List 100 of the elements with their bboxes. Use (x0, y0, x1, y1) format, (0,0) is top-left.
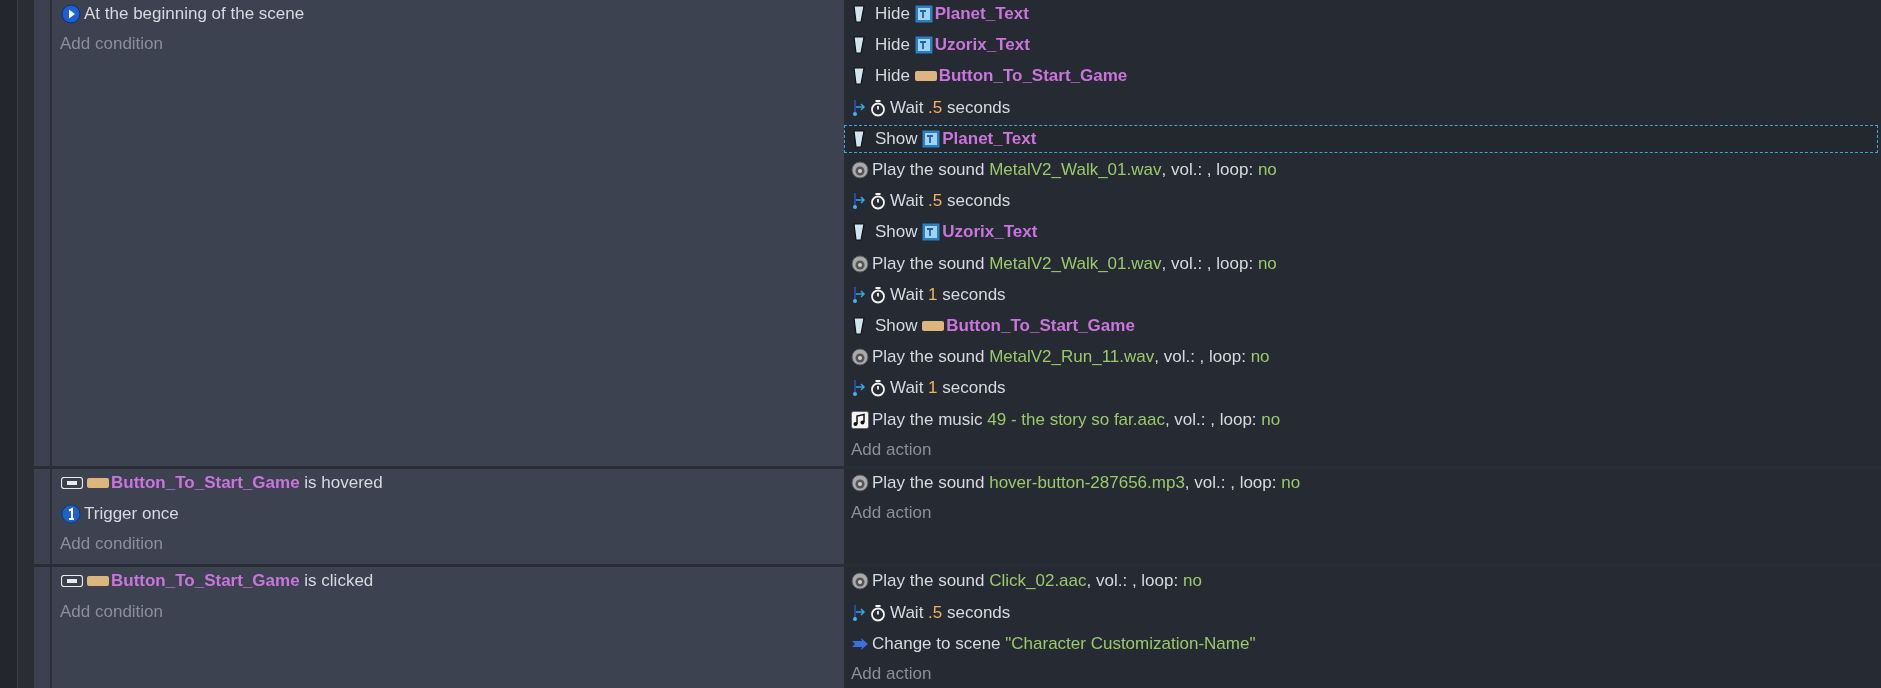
object-name: Button_To_Start_Game (938, 66, 1128, 87)
speaker-icon (851, 254, 869, 273)
wait-branch-icon (851, 98, 867, 117)
action-row[interactable]: Play the sound MetalV2_Run_11.wav, vol.: , loop: no (844, 343, 1878, 372)
object-name: Uzorix_Text (942, 222, 1038, 243)
button-object-icon (87, 477, 109, 488)
instruction-text: seconds (946, 602, 1011, 623)
instruction-text: Play the sound (872, 347, 986, 368)
parameter-value: no (1250, 347, 1270, 368)
speaker-icon (851, 348, 869, 367)
speaker-icon (851, 473, 869, 492)
instruction-text: seconds (946, 97, 1011, 118)
event-handle[interactable] (34, 567, 52, 688)
parameter-value: no (1257, 253, 1277, 274)
parameter-value: no (1261, 409, 1281, 430)
action-row[interactable]: Play the sound MetalV2_Walk_01.wav, vol.: , loop: no (844, 155, 1878, 185)
instruction-text: Trigger once (84, 504, 179, 525)
instruction-text: , vol.: , loop: (1161, 253, 1255, 274)
speaker-icon (851, 161, 869, 180)
speaker-icon (851, 572, 869, 591)
parameter-value: MetalV2_Run_11.wav (989, 347, 1155, 368)
wait-branch-icon (851, 603, 867, 622)
stopwatch-icon (870, 379, 886, 398)
music-note-icon (851, 410, 869, 429)
action-row[interactable]: Hide Button_To_Start_Game (844, 62, 1878, 91)
event-handle[interactable] (34, 468, 52, 565)
action-row[interactable]: Show Planet_Text (844, 124, 1878, 153)
instruction-text: Show (875, 315, 919, 336)
visibility-icon (851, 36, 865, 55)
parameter-value: 49 - the story so far.aac (987, 409, 1165, 430)
instruction-text: Hide (875, 35, 911, 56)
parameter-value: Click_02.aac (989, 571, 1087, 592)
instruction-text: seconds (941, 378, 1006, 399)
instruction-text: , vol.: , loop: (1086, 571, 1180, 592)
action-row[interactable]: Wait 1 seconds (844, 374, 1878, 403)
action-row[interactable]: Hide Uzorix_Text (844, 31, 1878, 60)
small-button-icon (61, 575, 83, 588)
object-name: Button_To_Start_Game (946, 315, 1135, 336)
action-row[interactable]: Wait .5 seconds (844, 93, 1878, 122)
instruction-text: Wait (890, 97, 925, 118)
number-value: 1 (928, 284, 938, 305)
object-name: Planet_Text (934, 4, 1029, 25)
stopwatch-icon (870, 98, 886, 117)
arrow-icon (851, 636, 869, 651)
instruction-text: Show (875, 128, 919, 149)
text-object-icon (914, 36, 933, 55)
number-value: .5 (928, 97, 943, 118)
object-name: Uzorix_Text (934, 35, 1030, 56)
instruction-text: , vol.: , loop: (1161, 160, 1255, 181)
wait-branch-icon (851, 192, 867, 211)
instruction-text: seconds (941, 284, 1006, 305)
instruction-text: is hovered (303, 472, 383, 493)
action-row[interactable]: Hide Planet_Text (844, 0, 1878, 29)
object-name: Planet_Text (942, 128, 1037, 149)
add-action-link[interactable]: Add action (851, 664, 932, 685)
stopwatch-icon (870, 192, 886, 211)
play-icon (61, 4, 81, 25)
small-button-icon (61, 476, 83, 489)
action-row[interactable]: Show Button_To_Start_Game (844, 311, 1878, 341)
wait-branch-icon (851, 285, 867, 304)
instruction-text: Play the sound (872, 160, 986, 181)
add-action-link[interactable]: Add action (851, 503, 932, 524)
action-row[interactable]: Wait 1 seconds (844, 280, 1878, 309)
add-action-link[interactable]: Add action (851, 439, 932, 460)
instruction-text: Hide (875, 66, 911, 87)
parameter-value: no (1182, 571, 1202, 592)
action-row[interactable]: Play the sound Click_02.aac, vol.: , loop: no (844, 567, 1878, 596)
action-row[interactable]: Change to scene "Character Customization-Name" (844, 629, 1878, 658)
instruction-text: At the beginning of the scene (84, 4, 305, 25)
visibility-icon (851, 316, 865, 335)
instruction-text: Wait (890, 378, 925, 399)
visibility-icon (851, 223, 865, 242)
text-object-icon (922, 223, 941, 242)
instruction-text: Wait (890, 602, 925, 623)
action-row[interactable]: Play the music 49 - the story so far.aac, vol.: , loop: no (844, 405, 1878, 434)
instruction-text: , vol.: , loop: (1164, 409, 1258, 430)
instruction-text: seconds (946, 191, 1011, 212)
instruction-text: Wait (890, 284, 925, 305)
instruction-text: Play the music (872, 409, 984, 430)
action-row[interactable]: Wait .5 seconds (844, 598, 1878, 627)
instruction-text: is clicked (303, 571, 374, 592)
number-value: .5 (928, 602, 943, 623)
action-row[interactable]: Play the sound hover-button-287656.mp3, vol.: , loop: no (844, 468, 1878, 497)
action-row[interactable]: Wait .5 seconds (844, 187, 1878, 216)
action-row[interactable]: Play the sound MetalV2_Walk_01.wav, vol.: , loop: no (844, 249, 1878, 278)
parameter-value: hover-button-287656.mp3 (989, 472, 1185, 493)
text-object-icon (914, 5, 933, 24)
action-row[interactable]: Show Uzorix_Text (844, 218, 1878, 247)
wait-branch-icon (851, 379, 867, 398)
stopwatch-icon (870, 603, 886, 622)
button-object-icon (87, 576, 109, 587)
instruction-text: , vol.: , loop: (1184, 472, 1278, 493)
visibility-icon (851, 5, 865, 24)
instruction-text: Change to scene (872, 633, 1002, 654)
instruction-text: , vol.: , loop: (1154, 347, 1247, 368)
instruction-text: Play the sound (872, 571, 986, 592)
text-object-icon (922, 129, 941, 148)
event-handle[interactable] (34, 0, 52, 466)
object-name: Button_To_Start_Game (111, 571, 300, 592)
instruction-text: Play the sound (872, 253, 986, 274)
